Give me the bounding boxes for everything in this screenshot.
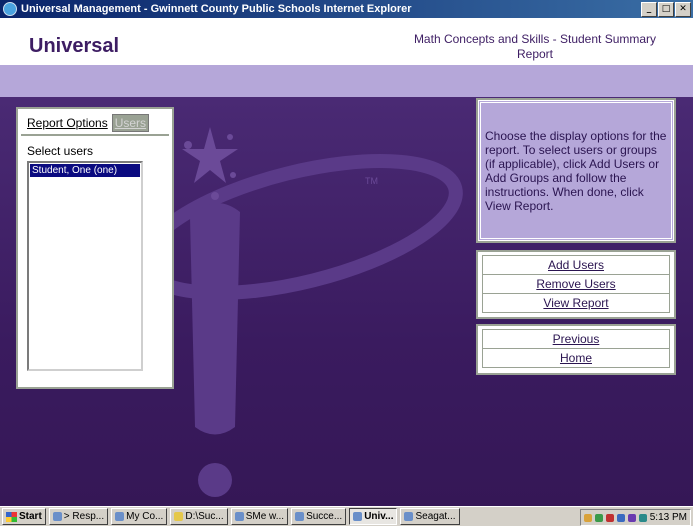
list-item[interactable]: Student, One (one) [30,164,140,177]
taskbar-item[interactable]: Succe... [291,508,347,525]
main-content: TM Report Options Users Select users Stu… [0,97,693,506]
remove-users-button[interactable]: Remove Users [482,275,670,294]
folder-icon [174,512,184,521]
instructions-text: Choose the display options for the repor… [485,128,667,213]
minimize-button[interactable]: _ [641,2,657,17]
page-header: Universal Math Concepts and Skills - Stu… [0,18,693,65]
instructions-panel: Choose the display options for the repor… [476,98,676,243]
window-title-bar[interactable]: Universal Management - Gwinnett County P… [0,0,693,18]
tray-icon[interactable] [627,513,636,522]
tab-users[interactable]: Users [111,114,150,132]
window-title: Universal Management - Gwinnett County P… [21,3,412,15]
clock: 5:13 PM [649,512,687,523]
internet-explorer-icon [353,512,363,521]
tray-icon[interactable] [616,513,625,522]
user-actions-group: Add Users Remove Users View Report [476,250,676,319]
internet-explorer-icon [404,512,414,521]
app-icon [115,512,125,521]
tray-icon[interactable] [594,513,603,522]
taskbar-item[interactable]: My Co... [111,508,168,525]
start-label: Start [19,511,42,522]
taskbar-item[interactable]: > Resp... [48,508,109,525]
panel-tabs: Report Options Users [21,112,169,136]
select-users-label: Select users [27,144,94,158]
navigation-group: Previous Home [476,324,676,375]
taskbar-item[interactable]: D:\Suc... [170,508,228,525]
tray-icon[interactable] [638,513,647,522]
start-button[interactable]: Start [2,508,46,525]
window-controls: _ □ ✕ [641,2,691,17]
brand-logo-text: Universal [29,35,120,57]
maximize-button[interactable]: □ [658,2,674,17]
system-tray: 5:13 PM [579,509,691,526]
users-listbox[interactable]: Student, One (one) [27,161,143,371]
trademark-mark: TM [365,176,378,186]
close-button[interactable]: ✕ [675,2,691,17]
previous-button[interactable]: Previous [482,329,670,349]
view-report-button[interactable]: View Report [482,294,670,313]
windows-logo-icon [6,511,17,522]
taskbar-item[interactable]: SMe w... [230,508,289,525]
report-options-panel: Report Options Users Select users Studen… [16,107,174,389]
add-users-button[interactable]: Add Users [482,255,670,275]
taskbar: Start > Resp... My Co... D:\Suc... SMe w… [0,506,693,526]
internet-explorer-icon [295,512,305,521]
internet-explorer-icon [3,2,17,16]
header-band [0,65,693,97]
home-button[interactable]: Home [482,349,670,368]
tray-icon[interactable] [583,513,592,522]
tab-report-options[interactable]: Report Options [25,115,110,131]
tray-icon[interactable] [605,513,614,522]
report-title: Math Concepts and Skills - Student Summa… [413,32,657,61]
taskbar-item[interactable]: Seagat... [400,508,460,525]
app-icon [234,512,244,521]
app-icon [52,512,62,521]
taskbar-item-active[interactable]: Univ... [349,508,398,525]
